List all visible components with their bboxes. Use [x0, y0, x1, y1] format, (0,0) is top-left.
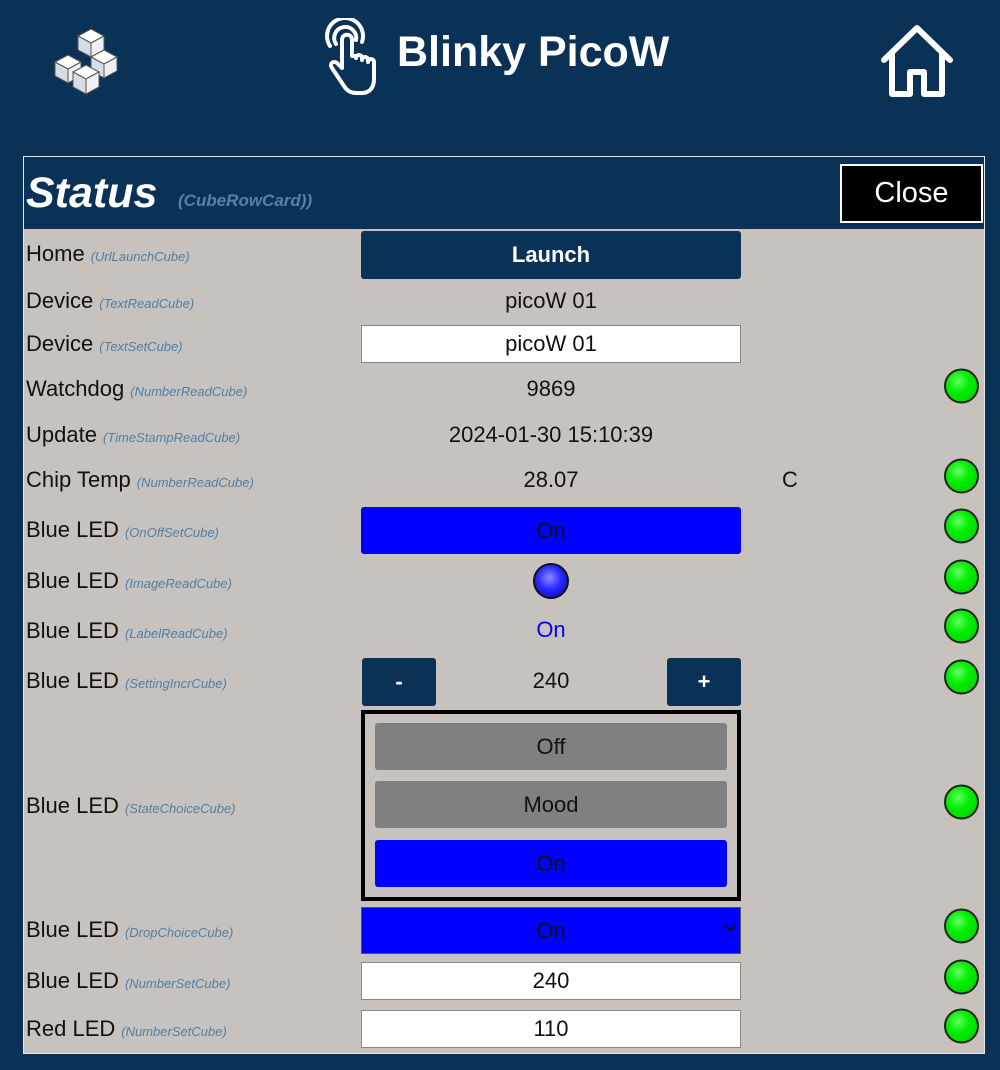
row-label-blue-led-image: Blue LED (ImageReadCube) [26, 568, 232, 594]
blue-led-onoff-button[interactable]: On [361, 507, 741, 554]
chip-temp-value: 28.07 [523, 467, 579, 492]
row-label-text: Red LED [26, 1016, 116, 1041]
update-timestamp: 2024-01-30 15:10:39 [448, 422, 654, 447]
row-label-device-read: Device (TextReadCube) [26, 288, 194, 314]
row-type: (NumberReadCube) [130, 384, 248, 399]
row-label-home: Home (UrlLaunchCube) [26, 241, 190, 267]
status-indicator [944, 508, 979, 544]
row-type: (NumberReadCube) [136, 475, 254, 490]
choice-mood[interactable]: Mood [375, 781, 727, 828]
row-label-text: Device [26, 288, 94, 313]
status-indicator [944, 908, 979, 944]
row-label-chip-temp: Chip Temp (NumberReadCube) [26, 467, 254, 493]
card-header: Status (CubeRowCard)) Close [24, 157, 984, 229]
row-label-blue-led-state: Blue LED (StateChoiceCube) [26, 793, 236, 819]
temp-unit: C [782, 467, 798, 492]
status-indicator [944, 608, 979, 644]
choice-off[interactable]: Off [375, 723, 727, 770]
row-label-text: Blue LED [26, 568, 119, 593]
row-label-text: Blue LED [26, 968, 119, 993]
drop-choice-select[interactable]: On [361, 907, 741, 954]
row-type: (NumberSetCube) [121, 1024, 227, 1039]
card-title: Status [26, 169, 158, 217]
status-indicator [944, 559, 979, 595]
row-label-text: Chip Temp [26, 467, 131, 492]
row-label-blue-led-drop: Blue LED (DropChoiceCube) [26, 917, 233, 943]
close-button[interactable]: Close [840, 164, 983, 223]
row-type: (ImageReadCube) [124, 576, 232, 591]
status-indicator [944, 959, 979, 995]
blue-led-label-value: On [536, 617, 566, 642]
blue-led-number-input[interactable]: 240 [361, 962, 741, 1000]
app-title: Blinky PicoW [397, 28, 670, 76]
row-type: (SettingIncrCube) [124, 676, 227, 691]
row-label-blue-led-label: Blue LED (LabelReadCube) [26, 618, 228, 644]
row-label-blue-led-incr: Blue LED (SettingIncrCube) [26, 668, 227, 694]
row-label-text: Watchdog [26, 376, 125, 401]
row-label-red-led-number: Red LED (NumberSetCube) [26, 1016, 227, 1042]
row-label-text: Blue LED [26, 917, 119, 942]
row-type: (NumberSetCube) [124, 976, 231, 991]
row-type: (StateChoiceCube) [124, 801, 236, 816]
touch-hand-icon [325, 18, 376, 95]
blue-led-image [533, 563, 569, 599]
choice-on[interactable]: On [375, 840, 727, 887]
red-led-number-input[interactable]: 110 [361, 1010, 741, 1048]
row-label-text: Update [26, 422, 97, 447]
status-indicator [944, 1008, 979, 1044]
blue-led-image-cell [361, 561, 741, 601]
status-indicator [944, 458, 979, 494]
state-choice-group: Off Mood On [361, 710, 741, 901]
increment-button[interactable]: + [667, 658, 741, 706]
row-type: (DropChoiceCube) [124, 925, 234, 940]
card-subtitle: (CubeRowCard)) [178, 191, 313, 210]
row-type: (TextReadCube) [99, 296, 195, 311]
drop-choice-value: On [536, 917, 566, 943]
cube-stack-logo [53, 28, 119, 95]
status-indicator [944, 784, 979, 820]
row-label-text: Device [26, 331, 94, 356]
chevron-down-icon [724, 920, 736, 932]
row-label-text: Blue LED [26, 517, 119, 542]
row-label-text: Blue LED [26, 793, 119, 818]
row-type: (OnOffSetCube) [124, 525, 219, 540]
row-label-device-set: Device (TextSetCube) [26, 331, 183, 357]
row-label-text: Home [26, 241, 85, 266]
launch-button[interactable]: Launch [361, 231, 741, 279]
app-header: Blinky PicoW [0, 0, 1000, 150]
status-indicator [944, 368, 979, 404]
row-label-blue-led-onoff: Blue LED (OnOffSetCube) [26, 517, 219, 543]
status-indicator [944, 659, 979, 695]
row-type: (LabelReadCube) [124, 626, 228, 641]
status-card: Status (CubeRowCard)) Close Home (UrlLaun… [23, 156, 985, 1054]
row-label-watchdog: Watchdog (NumberReadCube) [26, 376, 247, 402]
row-type: (TimeStampReadCube) [102, 430, 241, 445]
row-type: (TextSetCube) [99, 339, 183, 354]
device-name-input[interactable]: picoW 01 [361, 325, 741, 363]
row-label-update: Update (TimeStampReadCube) [26, 422, 240, 448]
home-icon[interactable] [876, 20, 958, 102]
watchdog-value: 9869 [526, 376, 576, 401]
row-type: (UrlLaunchCube) [90, 249, 190, 264]
row-label-blue-led-number: Blue LED (NumberSetCube) [26, 968, 230, 994]
row-label-text: Blue LED [26, 618, 119, 643]
row-label-text: Blue LED [26, 668, 119, 693]
device-read-value: picoW 01 [505, 288, 597, 313]
